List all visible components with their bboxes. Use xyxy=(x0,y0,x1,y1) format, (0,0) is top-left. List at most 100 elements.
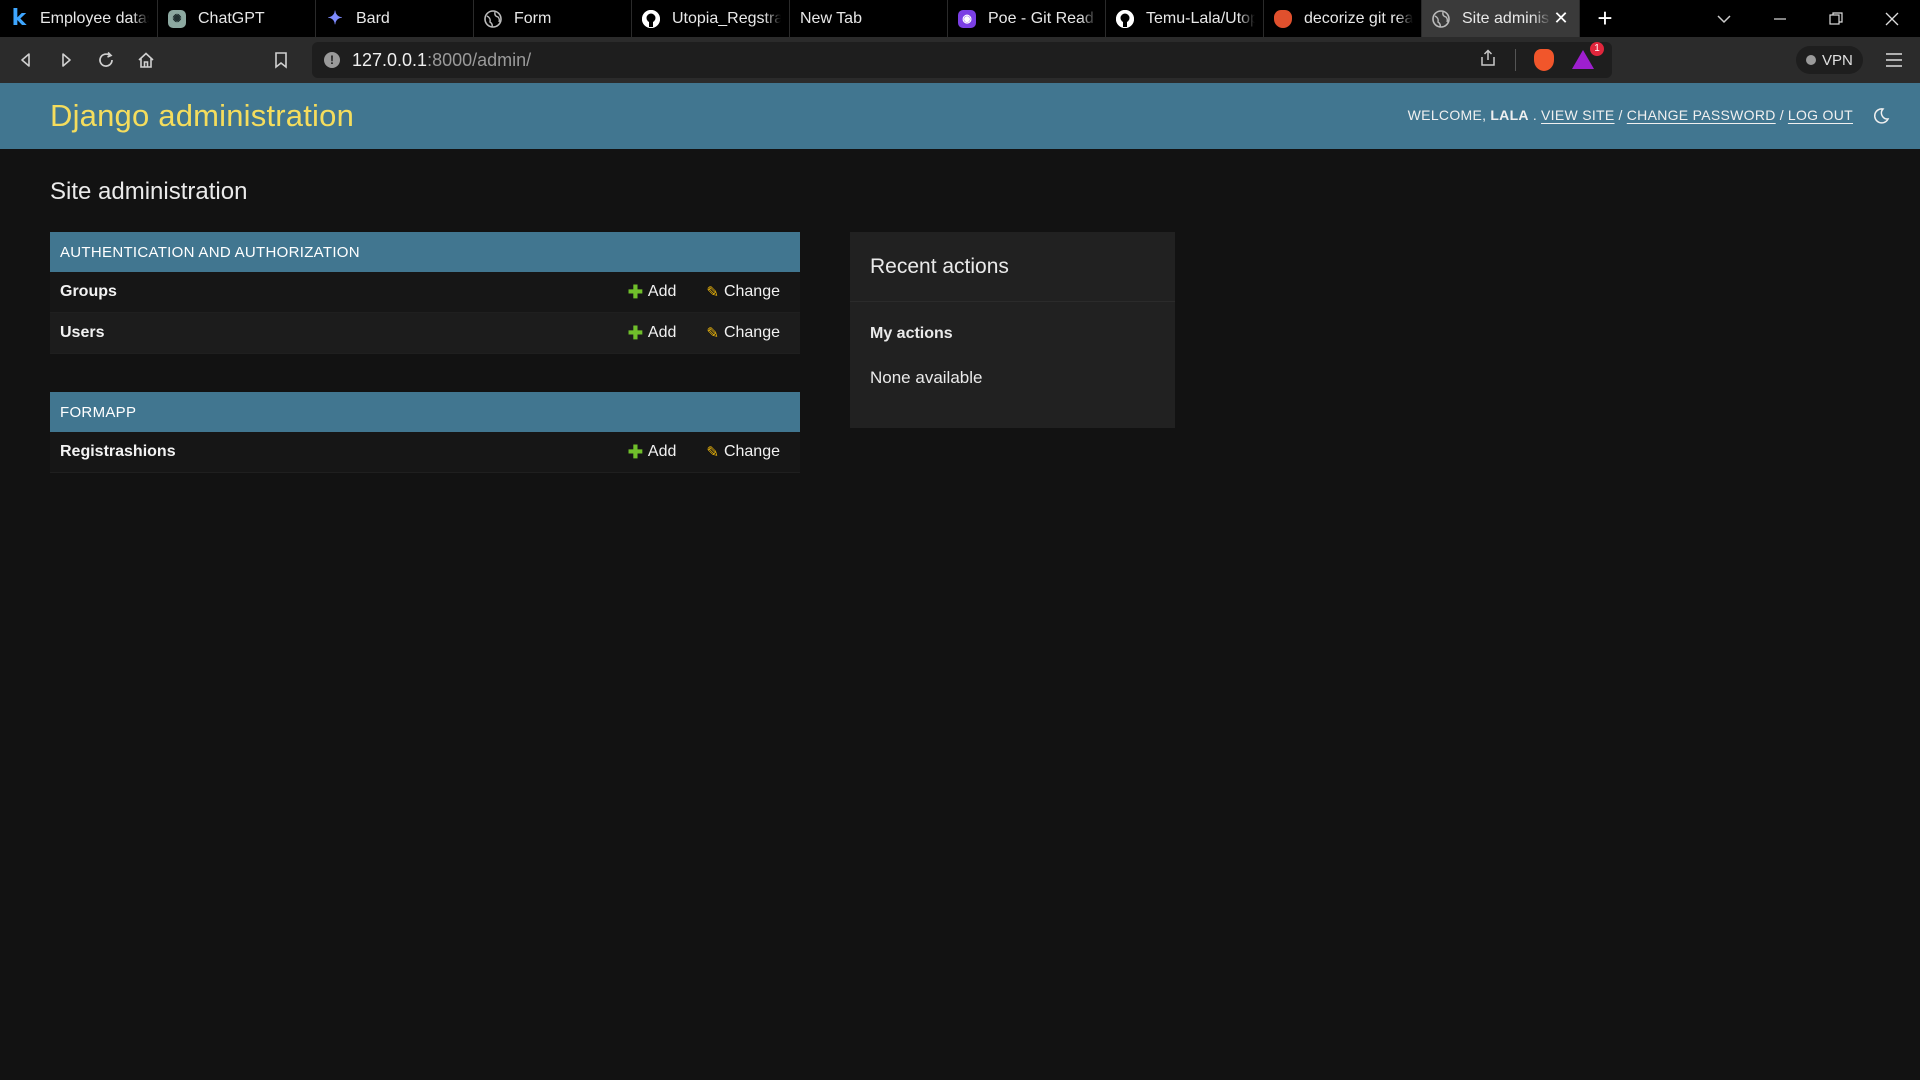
tab-title: New Tab xyxy=(800,9,862,27)
view-site-link[interactable]: VIEW SITE xyxy=(1541,107,1615,123)
model-link[interactable]: Groups xyxy=(60,283,628,301)
app-module-auth: AUTHENTICATION AND AUTHORIZATION Groups … xyxy=(50,232,800,354)
close-window-button[interactable] xyxy=(1864,0,1920,37)
back-icon[interactable] xyxy=(6,40,46,80)
model-row-groups: Groups ✚ Add ✎ Change xyxy=(50,272,800,313)
change-link[interactable]: ✎ Change xyxy=(706,324,780,342)
page-title: Site administration xyxy=(50,178,248,205)
globe-icon xyxy=(1432,9,1450,28)
home-icon[interactable] xyxy=(126,40,166,80)
bard-icon: ✦ xyxy=(327,8,343,28)
tab-title: Poe - Git Read M xyxy=(988,9,1097,27)
tab-chatgpt[interactable]: ✺ ChatGPT xyxy=(158,0,316,37)
close-icon[interactable]: ✕ xyxy=(1551,8,1571,29)
recent-actions-title: Recent actions xyxy=(870,255,1009,278)
log-out-link[interactable]: LOG OUT xyxy=(1788,107,1853,123)
pencil-icon: ✎ xyxy=(706,284,719,301)
divider xyxy=(850,301,1175,302)
address-bar[interactable]: ! 127.0.0.1:8000/admin/ 1 xyxy=(312,42,1612,78)
tab-site-administration[interactable]: Site adminis ✕ xyxy=(1422,0,1580,37)
change-link[interactable]: ✎ Change xyxy=(706,443,780,461)
brave-shields-icon[interactable] xyxy=(1534,49,1554,71)
change-label: Change xyxy=(723,443,780,460)
welcome-text: WELCOME, xyxy=(1407,107,1487,123)
separator: / xyxy=(1779,107,1784,123)
tab-title: decorize git read xyxy=(1304,9,1413,27)
tab-title: ChatGPT xyxy=(198,9,265,27)
recent-actions-empty: None available xyxy=(870,368,983,387)
tab-title: Temu-Lala/Utopi xyxy=(1146,9,1255,27)
tab-bard[interactable]: ✦ Bard xyxy=(316,0,474,37)
add-link[interactable]: ✚ Add xyxy=(628,442,677,463)
period: . xyxy=(1532,107,1538,123)
change-password-link[interactable]: CHANGE PASSWORD xyxy=(1627,107,1776,123)
tab-poe[interactable]: ◉ Poe - Git Read M xyxy=(948,0,1106,37)
chatgpt-icon: ✺ xyxy=(168,9,186,28)
forward-icon[interactable] xyxy=(46,40,86,80)
model-row-users: Users ✚ Add ✎ Change xyxy=(50,313,800,354)
browser-tab-strip: k Employee datase ✺ ChatGPT ✦ Bard Form … xyxy=(0,0,1920,37)
recent-actions-panel: Recent actions My actions None available xyxy=(850,232,1175,428)
tab-title: Form xyxy=(514,9,552,27)
tab-temu-lala[interactable]: Temu-Lala/Utopi xyxy=(1106,0,1264,37)
vpn-label: VPN xyxy=(1822,51,1853,69)
add-link[interactable]: ✚ Add xyxy=(628,282,677,303)
separator: / xyxy=(1618,107,1623,123)
brave-icon xyxy=(1274,9,1292,28)
plus-icon: ✚ xyxy=(627,281,643,302)
github-icon xyxy=(1116,9,1134,28)
tab-form[interactable]: Form xyxy=(474,0,632,37)
divider xyxy=(1515,49,1516,71)
tab-new-tab[interactable]: New Tab xyxy=(790,0,948,37)
pencil-icon: ✎ xyxy=(706,325,719,342)
kaggle-icon: k xyxy=(11,6,27,31)
restore-button[interactable] xyxy=(1808,0,1864,37)
tab-utopia-registration[interactable]: Utopia_Regstratio xyxy=(632,0,790,37)
tab-title: Site adminis xyxy=(1462,9,1550,27)
minimize-button[interactable] xyxy=(1752,0,1808,37)
add-link[interactable]: ✚ Add xyxy=(628,323,677,344)
app-module-formapp: FORMAPP Registrashions ✚ Add ✎ Change xyxy=(50,392,800,473)
new-tab-button[interactable]: + xyxy=(1580,0,1630,37)
share-icon[interactable] xyxy=(1479,48,1497,72)
tab-decorize[interactable]: decorize git read xyxy=(1264,0,1422,37)
brave-rewards-icon[interactable]: 1 xyxy=(1572,42,1604,70)
module-caption[interactable]: FORMAPP xyxy=(50,392,800,432)
username: LALA xyxy=(1490,107,1529,123)
add-label: Add xyxy=(647,324,677,341)
hamburger-menu-icon[interactable] xyxy=(1880,46,1908,74)
window-controls xyxy=(1696,0,1920,37)
vpn-button[interactable]: VPN xyxy=(1796,46,1863,74)
reload-icon[interactable] xyxy=(86,40,126,80)
vpn-status-icon xyxy=(1806,55,1816,65)
tab-employee-dataset[interactable]: k Employee datase xyxy=(0,0,158,37)
site-info-icon[interactable]: ! xyxy=(324,52,340,68)
theme-toggle-moon-icon[interactable] xyxy=(1872,107,1890,125)
my-actions-heading: My actions xyxy=(870,325,953,342)
poe-icon: ◉ xyxy=(958,9,976,28)
url-path: :8000/admin/ xyxy=(427,49,532,70)
bookmark-icon[interactable] xyxy=(261,40,301,80)
module-caption[interactable]: AUTHENTICATION AND AUTHORIZATION xyxy=(50,232,800,272)
plus-icon: ✚ xyxy=(627,322,643,343)
browser-toolbar: ! 127.0.0.1:8000/admin/ 1 VPN xyxy=(0,37,1920,83)
user-tools: WELCOME, LALA. VIEW SITE / CHANGE PASSWO… xyxy=(1408,107,1853,123)
github-icon xyxy=(642,9,660,28)
change-label: Change xyxy=(723,283,780,300)
tab-title: Employee datase xyxy=(40,9,149,27)
globe-icon xyxy=(484,9,502,28)
site-branding[interactable]: Django administration xyxy=(50,98,354,134)
model-row-registrashions: Registrashions ✚ Add ✎ Change xyxy=(50,432,800,473)
change-link[interactable]: ✎ Change xyxy=(706,283,780,301)
model-link[interactable]: Users xyxy=(60,324,628,342)
tab-title: Bard xyxy=(356,9,390,27)
django-header: Django administration WELCOME, LALA. VIE… xyxy=(0,83,1920,149)
plus-icon: ✚ xyxy=(627,441,643,462)
pencil-icon: ✎ xyxy=(706,444,719,461)
address-bar-actions: 1 xyxy=(1479,42,1612,72)
tab-title: Utopia_Regstratio xyxy=(672,9,781,27)
rewards-badge: 1 xyxy=(1590,42,1604,56)
tab-search-chevron-icon[interactable] xyxy=(1696,0,1752,37)
add-label: Add xyxy=(647,283,677,300)
model-link[interactable]: Registrashions xyxy=(60,443,628,461)
